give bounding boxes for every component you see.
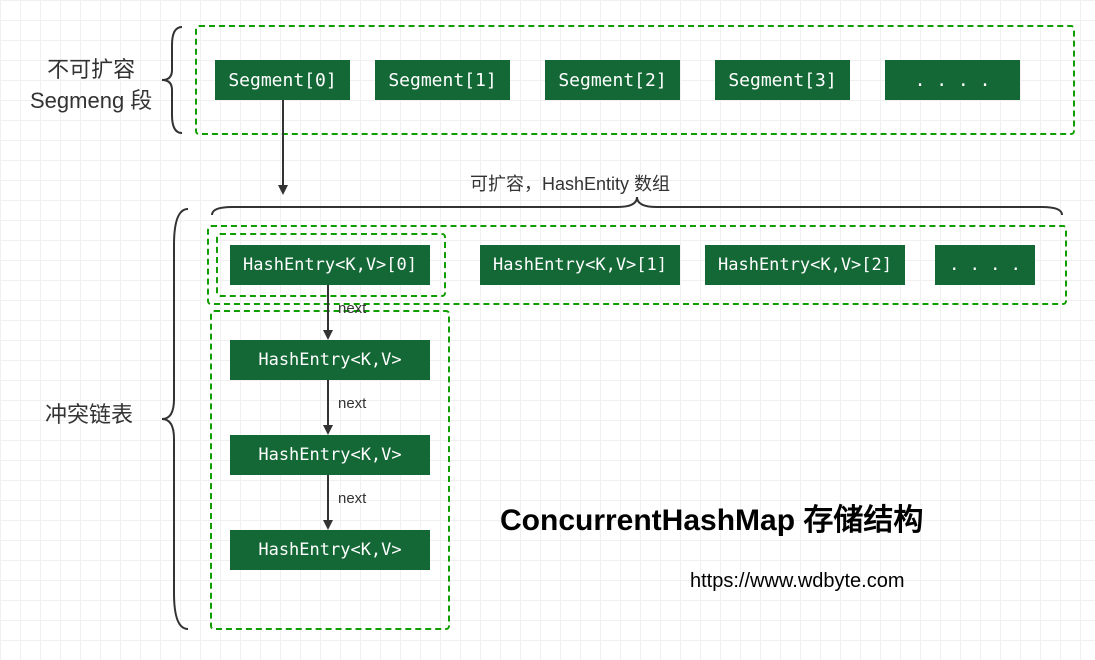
segment-label: 不可扩容 Segmeng 段 [30,55,152,117]
next-label-2: next [338,395,366,412]
hashentry-array-label: 可扩容，HashEntity 数组 [470,170,670,196]
hashentry-more: . . . . [935,245,1035,285]
segment-0: Segment[0] [215,60,350,100]
hashentry-0: HashEntry<K,V>[0] [230,245,430,285]
segment-label-line2: Segmeng 段 [30,86,152,117]
arrow-next-2 [320,380,340,440]
next-label-3: next [338,490,366,507]
arrow-next-1 [320,285,340,345]
conflict-list-label: 冲突链表 [45,400,133,431]
source-url: https://www.wdbyte.com [690,570,905,593]
segment-brace [160,25,190,135]
chain-entry-2: HashEntry<K,V> [230,435,430,475]
arrow-segment-to-hash [275,100,295,200]
hashentry-1: HashEntry<K,V>[1] [480,245,680,285]
conflict-brace [160,205,195,633]
segment-2: Segment[2] [545,60,680,100]
segment-label-line1: 不可扩容 [30,55,152,86]
diagram-title: ConcurrentHashMap 存储结构 [500,495,923,539]
segment-3: Segment[3] [715,60,850,100]
hashentry-2: HashEntry<K,V>[2] [705,245,905,285]
hashentry-brace-top [207,195,1067,220]
next-label-1: next [338,300,366,317]
arrow-next-3 [320,475,340,535]
chain-entry-1: HashEntry<K,V> [230,340,430,380]
segment-more: . . . . [885,60,1020,100]
segment-1: Segment[1] [375,60,510,100]
chain-entry-3: HashEntry<K,V> [230,530,430,570]
